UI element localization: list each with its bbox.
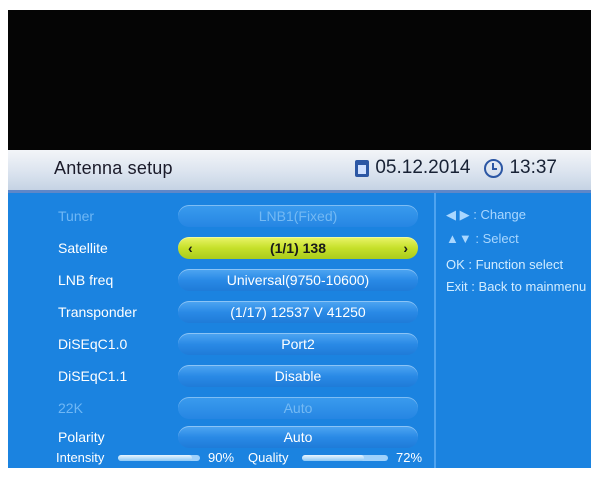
date-text: 05.12.2014 [375,157,471,178]
transponder-label: Transponder [58,304,137,320]
22k-value: Auto [283,400,313,416]
intensity-bar-fill [118,455,192,461]
help-select-text: : Select [475,231,519,246]
menu-header: Antenna setup 05.12.2014 13:37 [8,150,591,193]
help-exit: Exit : Back to mainmenu [446,277,586,297]
quality-value: 72% [396,450,423,465]
tuner-value: LNB1(Fixed) [258,208,338,224]
tuner-field: LNB1(Fixed) [178,205,418,227]
ok-key: OK [446,257,465,272]
lnb-freq-label: LNB freq [58,272,114,288]
22k-field: Auto [178,397,418,419]
exit-key: Exit [446,279,468,294]
polarity-label: Polarity [58,429,105,445]
satellite-field[interactable]: ‹ (1/1) 138 › [178,237,418,259]
quality-bar [302,455,388,461]
up-down-arrows-icon: ▲▼ [446,231,472,246]
help-function: OK : Function select [446,255,563,275]
diseqc10-label: DiSEqC1.0 [58,336,128,352]
intensity-value: 90% [208,450,235,465]
intensity-label: Intensity [56,450,105,465]
quality-label: Quality [248,450,289,465]
help-change: ◀ ▶ : Change [446,205,526,225]
diseqc11-label: DiSEqC1.1 [58,368,128,384]
transponder-field[interactable]: (1/17) 12537 V 41250 [178,301,418,323]
polarity-value: Auto [283,429,313,445]
tv-screen: Antenna setup 05.12.2014 13:37 Tuner LNB… [8,10,591,468]
help-exit-text: : Back to mainmenu [471,279,587,294]
left-right-arrows-icon: ◀ ▶ [446,207,470,222]
satellite-value: (1/1) 138 [269,240,327,256]
clock-icon [484,158,504,178]
tuner-label: Tuner [58,208,95,224]
polarity-field[interactable]: Auto [178,426,418,448]
date-time: 05.12.2014 13:37 [355,157,557,179]
calendar-icon [355,159,370,177]
quality-bar-fill [302,455,364,461]
22k-label: 22K [58,400,83,416]
diseqc10-value: Port2 [281,336,315,352]
lnb-freq-field[interactable]: Universal(9750-10600) [178,269,418,291]
settings-panel: Tuner LNB1(Fixed) Satellite ‹ (1/1) 138 … [8,193,591,468]
chevron-left-icon[interactable]: ‹ [188,237,193,259]
diseqc11-value: Disable [274,368,322,384]
time-text: 13:37 [509,157,557,178]
panel-divider [434,193,436,468]
diseqc11-field[interactable]: Disable [178,365,418,387]
help-change-text: : Change [473,207,526,222]
diseqc10-field[interactable]: Port2 [178,333,418,355]
lnb-freq-value: Universal(9750-10600) [226,272,370,288]
help-function-text: : Function select [468,257,564,272]
satellite-label: Satellite [58,240,108,256]
page-title: Antenna setup [54,158,173,178]
transponder-value: (1/17) 12537 V 41250 [230,304,366,320]
intensity-bar [118,455,200,461]
chevron-right-icon[interactable]: › [403,237,408,259]
help-select: ▲▼ : Select [446,229,519,249]
